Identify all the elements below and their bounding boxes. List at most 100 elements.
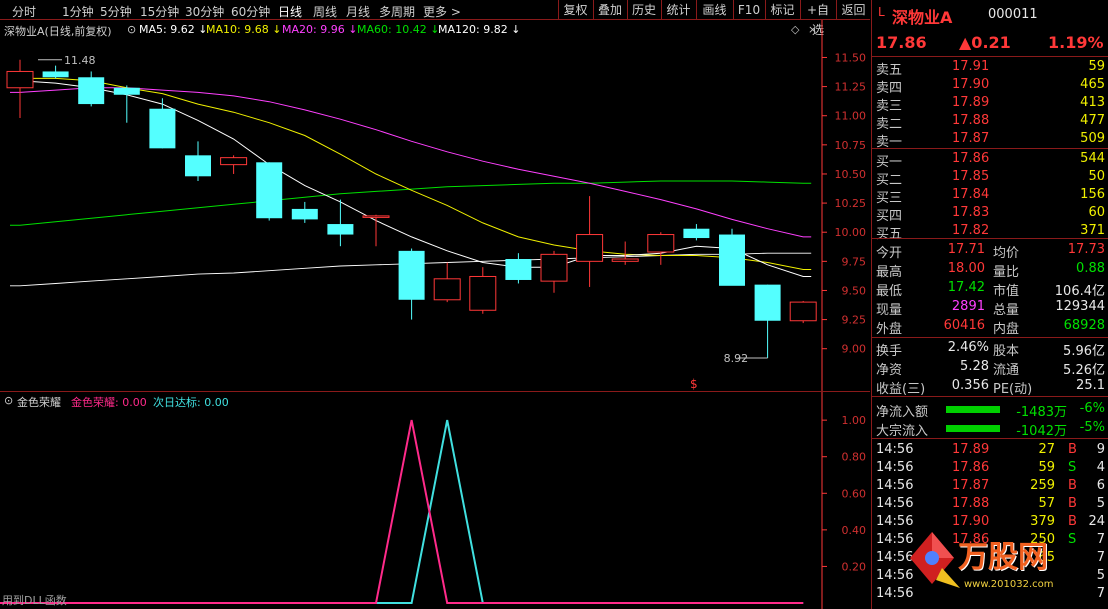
prefix-label: L — [878, 5, 885, 19]
period-tab[interactable]: 更多 > — [423, 3, 461, 20]
toolbar-button[interactable]: 画线 — [696, 0, 732, 20]
fin-value: 2.46% — [947, 340, 989, 355]
fin-value: 5.28 — [960, 359, 989, 374]
candle-body[interactable] — [42, 71, 69, 78]
toolbar-button[interactable]: 标记 — [765, 0, 799, 20]
candle-body[interactable] — [505, 259, 532, 280]
period-tab[interactable]: 15分钟 — [140, 3, 179, 20]
watermark-url: www.201032.com — [964, 579, 1054, 590]
candle-body[interactable] — [398, 250, 425, 300]
gold-glory-line[interactable] — [0, 419, 804, 604]
bid-row: 买二 17.85 50 — [872, 168, 1108, 188]
stat-label: 市值 — [993, 284, 1020, 299]
period-tab[interactable]: 日线 — [278, 3, 302, 20]
tick-volume: 57 — [1038, 496, 1055, 511]
next-day-line[interactable] — [0, 419, 804, 604]
stat-label: 最高 — [876, 265, 903, 280]
watermark-brand: 万股网 — [958, 540, 1048, 575]
flow-bar — [946, 425, 1000, 432]
toolbar-button[interactable]: +自选 — [800, 0, 835, 37]
toolbar-button[interactable]: 统计 — [661, 0, 695, 20]
period-tab[interactable]: 30分钟 — [185, 3, 224, 20]
period-tab[interactable]: 月线 — [346, 3, 370, 20]
kline-chart[interactable]: 11.50 11.25 11.00 10.75 10.50 10.25 10.00 9.75 9… — [0, 20, 870, 392]
candle-body[interactable] — [362, 215, 390, 218]
y-tick-label: 9.25 — [842, 314, 867, 327]
collapse-icon[interactable]: ⊙ — [4, 394, 13, 407]
candle-body[interactable] — [789, 301, 817, 322]
toolbar-button[interactable]: 历史 — [627, 0, 660, 20]
candle-body[interactable] — [576, 234, 604, 262]
candle-body[interactable] — [327, 224, 354, 235]
stat-value: 106.4亿 — [1054, 284, 1105, 299]
fin-row: 换手 2.46% 股本 5.96亿 — [872, 339, 1108, 359]
ind-y-tick-label: 0.40 — [842, 524, 867, 537]
tick-side: B — [1068, 478, 1077, 493]
period-tab[interactable]: 周线 — [313, 3, 337, 20]
candle-body[interactable] — [611, 258, 639, 262]
toolbar-button[interactable]: F10 — [733, 0, 764, 20]
ma-legend-item: MA10: 9.68 ↓ — [206, 23, 282, 36]
candle-body[interactable] — [149, 108, 176, 149]
period-tab[interactable]: 分时 — [12, 3, 36, 20]
price-change-pct: 1.19% — [1048, 33, 1104, 52]
tick-time: 14:56 — [876, 496, 914, 511]
close-icon[interactable]: × — [808, 23, 817, 36]
stats-row: 今开 17.71 均价 17.73 — [872, 241, 1108, 261]
ma-legend-item: MA60: 10.42 ↓ — [357, 23, 440, 36]
candle-body[interactable] — [78, 77, 105, 105]
ma-legend-item: MA20: 9.96 ↓ — [282, 23, 358, 36]
candle-body[interactable] — [647, 234, 675, 253]
ma-legend-item: MA5: 9.62 ↓ — [139, 23, 208, 36]
y-tick-label: 11.25 — [835, 81, 867, 94]
book-volume: 465 — [1080, 77, 1105, 92]
tick-side: S — [1068, 460, 1077, 475]
flow-value: -1042万 — [1016, 424, 1067, 439]
book-price: 17.90 — [952, 77, 990, 92]
toolbar-button[interactable]: 叠加 — [593, 0, 626, 20]
candle-body[interactable] — [185, 155, 211, 177]
candle-body[interactable] — [754, 284, 781, 321]
candle-body[interactable] — [469, 275, 497, 311]
book-volume: 544 — [1080, 151, 1105, 166]
stats-row: 现量 2891 总量 129344 — [872, 298, 1108, 318]
candle-body[interactable] — [719, 234, 745, 286]
candle-body[interactable] — [6, 70, 34, 89]
period-tab[interactable]: 多周期 — [379, 3, 415, 20]
candle-body[interactable] — [113, 87, 140, 95]
collapse-icon[interactable]: ⊙ — [127, 23, 136, 36]
y-tick-label: 10.75 — [835, 139, 867, 152]
candle-body[interactable] — [540, 253, 568, 282]
candle-body[interactable] — [220, 157, 248, 166]
period-toolbar: 分时 1分钟 5分钟 15分钟 30分钟 60分钟 日线 周线 月线 多周期 更多 > 复权 叠加 历史统… — [0, 0, 870, 37]
flow-label: 大宗流入 — [876, 424, 929, 439]
fin-label: PE(动) — [993, 382, 1033, 397]
tick-row: 14:56 17.87 259 B 6 — [872, 477, 1108, 496]
diamond-icon[interactable]: ◇ — [791, 23, 799, 36]
toolbar-button[interactable]: 返回 — [836, 0, 870, 20]
fin-row: 收益(三) 0.356 PE(动) 25.1 — [872, 377, 1108, 397]
ma-line-ma60 — [10, 180, 812, 226]
ind-y-tick-label: 0.20 — [842, 560, 867, 573]
toolbar-button[interactable]: 复权 — [558, 0, 592, 20]
stat-value: 68928 — [1063, 318, 1105, 333]
candle-body[interactable] — [291, 208, 318, 220]
period-tab[interactable]: 5分钟 — [100, 3, 132, 20]
stats-row: 最高 18.00 量比 0.88 — [872, 260, 1108, 280]
period-tab[interactable]: 1分钟 — [62, 3, 94, 20]
bid-row: 买三 17.84 156 — [872, 186, 1108, 206]
book-volume: 477 — [1080, 113, 1105, 128]
indicator-chart[interactable]: 1.00 0.80 0.60 0.40 0.20 — [0, 392, 870, 609]
candle-body[interactable] — [433, 278, 461, 301]
y-tick-label: 10.50 — [835, 168, 867, 181]
stat-label: 外盘 — [876, 322, 903, 337]
candle-body[interactable] — [683, 228, 710, 239]
book-price: 17.83 — [952, 205, 990, 220]
book-volume: 413 — [1080, 95, 1105, 110]
period-tab[interactable]: 60分钟 — [231, 3, 270, 20]
tick-row: 14:56 17.89 27 B 9 — [872, 441, 1108, 460]
flow-pct: -5% — [1079, 420, 1105, 435]
stat-value: 2891 — [951, 299, 985, 314]
stock-code: 000011 — [988, 7, 1038, 22]
candle-body[interactable] — [256, 162, 283, 219]
